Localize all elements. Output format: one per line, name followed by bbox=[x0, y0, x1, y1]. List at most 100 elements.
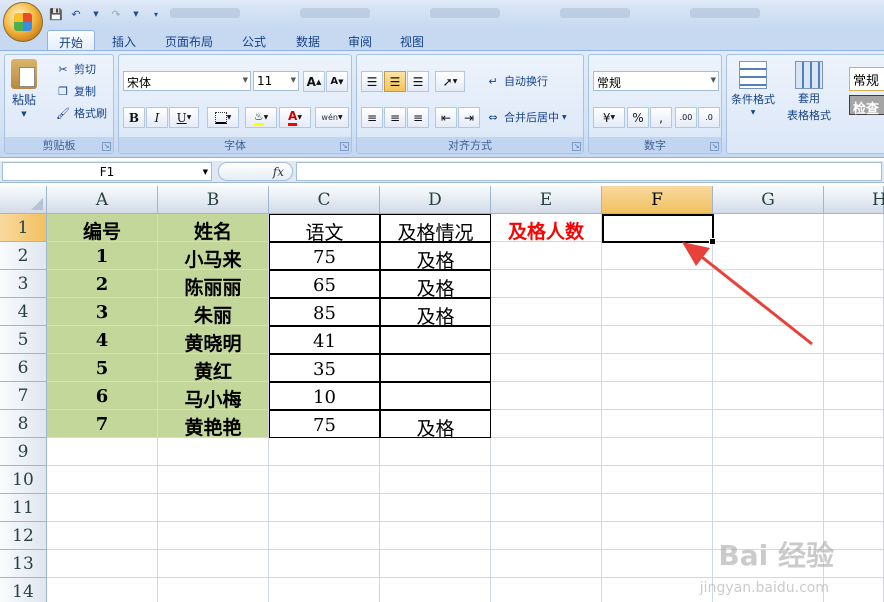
increase-indent-button[interactable]: ⇥ bbox=[458, 107, 480, 128]
select-all-button[interactable] bbox=[0, 186, 47, 214]
table-cell[interactable] bbox=[602, 578, 713, 602]
save-icon[interactable]: 💾 bbox=[48, 6, 64, 22]
fill-color-button[interactable]: ♨ ▼ bbox=[245, 107, 277, 128]
table-cell[interactable] bbox=[491, 494, 602, 522]
cell-score[interactable]: 85 bbox=[269, 298, 380, 326]
table-cell[interactable] bbox=[269, 438, 380, 466]
table-cell[interactable] bbox=[491, 326, 602, 354]
insert-function-button[interactable]: fx bbox=[218, 162, 293, 181]
table-cell[interactable] bbox=[158, 494, 269, 522]
table-cell[interactable] bbox=[824, 466, 884, 494]
row-header[interactable]: 3 bbox=[0, 270, 47, 298]
table-cell[interactable] bbox=[491, 550, 602, 578]
table-cell[interactable] bbox=[158, 466, 269, 494]
column-header-b[interactable]: B bbox=[158, 186, 269, 214]
table-cell[interactable] bbox=[491, 578, 602, 602]
table-cell[interactable] bbox=[380, 578, 491, 602]
row-header[interactable]: 14 bbox=[0, 578, 47, 602]
table-cell[interactable] bbox=[380, 438, 491, 466]
header-cell-chinese[interactable]: 语文 bbox=[269, 214, 380, 242]
table-cell[interactable] bbox=[602, 410, 713, 438]
name-box[interactable]: F1 ▼ bbox=[2, 162, 212, 181]
table-cell[interactable] bbox=[491, 270, 602, 298]
table-cell[interactable] bbox=[491, 438, 602, 466]
dropdown-icon[interactable]: ▼ bbox=[88, 6, 104, 22]
label-cell-pass-count[interactable]: 及格人数 bbox=[491, 214, 602, 242]
cell-name[interactable]: 黄艳艳 bbox=[158, 410, 269, 438]
cell-status[interactable]: 及格 bbox=[380, 298, 491, 326]
format-as-table-button[interactable]: 套用 表格格式 bbox=[787, 61, 831, 123]
dropdown-icon[interactable]: ▼ bbox=[128, 6, 144, 22]
cell-status[interactable]: 及格 bbox=[380, 410, 491, 438]
table-cell[interactable] bbox=[158, 578, 269, 602]
header-cell-name[interactable]: 姓名 bbox=[158, 214, 269, 242]
table-cell[interactable] bbox=[713, 410, 824, 438]
orientation-button[interactable]: ➚ ▼ bbox=[435, 71, 465, 92]
style-normal[interactable]: 常规 bbox=[849, 67, 884, 91]
cell-score[interactable]: 75 bbox=[269, 410, 380, 438]
dialog-launcher-icon[interactable]: ↘ bbox=[340, 142, 349, 151]
align-right-button[interactable]: ≡ bbox=[407, 107, 429, 128]
cell-name[interactable]: 小马来 bbox=[158, 242, 269, 270]
table-cell[interactable] bbox=[491, 466, 602, 494]
table-cell[interactable] bbox=[824, 410, 884, 438]
font-name-select[interactable]: 宋体 ▼ bbox=[123, 71, 251, 91]
row-header[interactable]: 13 bbox=[0, 550, 47, 578]
table-cell[interactable] bbox=[491, 382, 602, 410]
tab-page-layout[interactable]: 页面布局 bbox=[156, 30, 222, 50]
cell-name[interactable]: 黄红 bbox=[158, 354, 269, 382]
column-header-a[interactable]: A bbox=[47, 186, 158, 214]
table-cell[interactable] bbox=[158, 438, 269, 466]
font-color-button[interactable]: A ▼ bbox=[279, 107, 311, 128]
dialog-launcher-icon[interactable]: ↘ bbox=[572, 142, 581, 151]
align-top-button[interactable]: ☰ bbox=[361, 71, 383, 92]
grow-font-button[interactable]: A ▲ bbox=[303, 71, 325, 92]
column-header-g[interactable]: G bbox=[713, 186, 824, 214]
conditional-format-button[interactable]: 条件格式 ▼ bbox=[731, 61, 775, 116]
row-header[interactable]: 8 bbox=[0, 410, 47, 438]
table-cell[interactable] bbox=[713, 494, 824, 522]
row-header[interactable]: 9 bbox=[0, 438, 47, 466]
table-cell[interactable] bbox=[269, 550, 380, 578]
merge-center-button[interactable]: ⇔ 合并后居中 ▼ bbox=[485, 109, 566, 125]
table-cell[interactable] bbox=[47, 494, 158, 522]
style-check[interactable]: 检查 bbox=[849, 95, 884, 117]
table-cell[interactable] bbox=[602, 438, 713, 466]
column-header-c[interactable]: C bbox=[269, 186, 380, 214]
table-cell[interactable] bbox=[602, 466, 713, 494]
table-cell[interactable] bbox=[158, 522, 269, 550]
tab-view[interactable]: 视图 bbox=[390, 30, 434, 50]
table-cell[interactable] bbox=[602, 354, 713, 382]
tab-insert[interactable]: 插入 bbox=[104, 30, 144, 50]
row-header[interactable]: 6 bbox=[0, 354, 47, 382]
tab-home[interactable]: 开始 bbox=[47, 30, 95, 50]
cell-status[interactable]: 及格 bbox=[380, 242, 491, 270]
cell-id[interactable]: 3 bbox=[47, 298, 158, 326]
cell-score[interactable]: 65 bbox=[269, 270, 380, 298]
paste-button[interactable]: 粘贴 ▼ bbox=[11, 59, 37, 118]
cell-name[interactable]: 陈丽丽 bbox=[158, 270, 269, 298]
table-cell[interactable] bbox=[269, 522, 380, 550]
cell-score[interactable]: 41 bbox=[269, 326, 380, 354]
cell-score[interactable]: 35 bbox=[269, 354, 380, 382]
increase-decimal-button[interactable]: .00 bbox=[675, 107, 697, 128]
table-cell[interactable] bbox=[824, 298, 884, 326]
row-header[interactable]: 4 bbox=[0, 298, 47, 326]
cell-status[interactable] bbox=[380, 382, 491, 410]
column-header-d[interactable]: D bbox=[380, 186, 491, 214]
table-cell[interactable] bbox=[824, 354, 884, 382]
table-cell[interactable] bbox=[713, 354, 824, 382]
table-cell[interactable] bbox=[47, 522, 158, 550]
cell-id[interactable]: 6 bbox=[47, 382, 158, 410]
table-cell[interactable] bbox=[602, 550, 713, 578]
table-cell[interactable] bbox=[269, 578, 380, 602]
cell-status[interactable] bbox=[380, 354, 491, 382]
column-header-h[interactable]: H bbox=[824, 186, 884, 214]
row-header[interactable]: 7 bbox=[0, 382, 47, 410]
table-cell[interactable] bbox=[602, 522, 713, 550]
table-cell[interactable] bbox=[824, 214, 884, 242]
align-middle-button[interactable]: ☰ bbox=[384, 71, 406, 92]
table-cell[interactable] bbox=[491, 242, 602, 270]
table-cell[interactable] bbox=[491, 410, 602, 438]
table-cell[interactable] bbox=[824, 382, 884, 410]
